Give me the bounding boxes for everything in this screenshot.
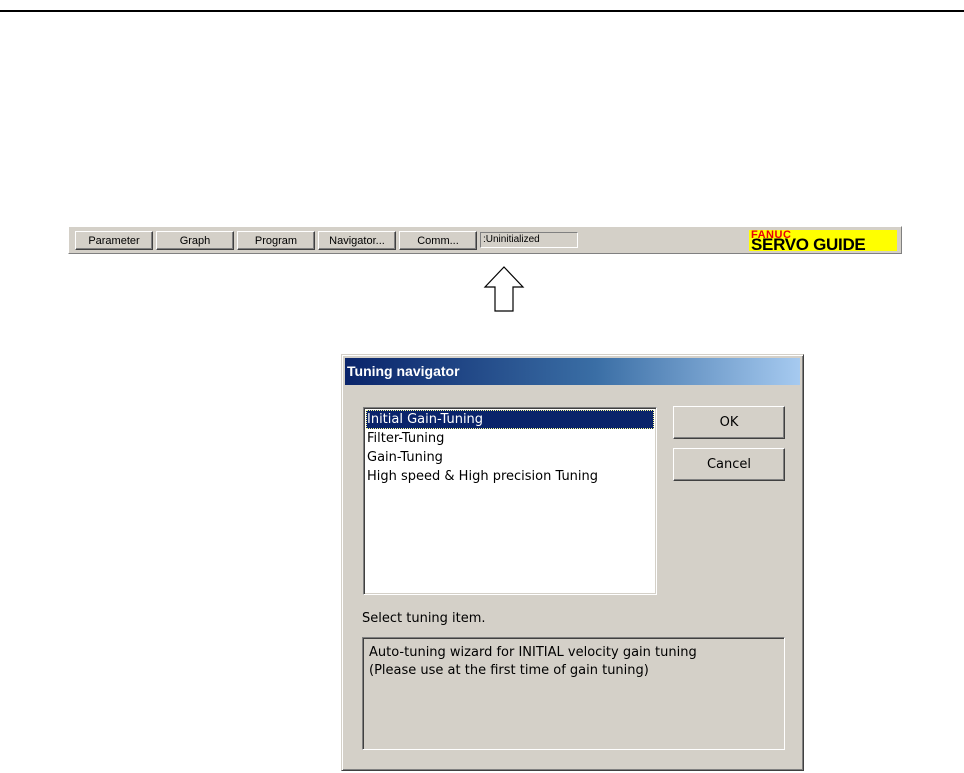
navigator-button[interactable]: Navigator... — [318, 231, 396, 250]
cancel-button[interactable]: Cancel — [673, 448, 785, 481]
top-divider — [0, 10, 964, 12]
description-box: Auto-tuning wizard for INITIAL velocity … — [362, 637, 785, 750]
logo-product-text: SERVO GUIDE — [751, 235, 866, 251]
select-prompt: Select tuning item. — [362, 611, 486, 626]
ok-button[interactable]: OK — [673, 406, 785, 439]
up-arrow-icon — [483, 266, 525, 312]
servo-guide-toolbar: Parameter Graph Program Navigator... Com… — [68, 226, 902, 254]
parameter-button[interactable]: Parameter — [75, 231, 153, 250]
list-item-initial-gain-tuning[interactable]: Initial Gain-Tuning — [366, 410, 654, 429]
list-item-high-speed-precision-tuning[interactable]: High speed & High precision Tuning — [366, 467, 654, 486]
list-item-gain-tuning[interactable]: Gain-Tuning — [366, 448, 654, 467]
graph-button[interactable]: Graph — [156, 231, 234, 250]
tuning-navigator-dialog: Tuning navigator Initial Gain-Tuning Fil… — [341, 354, 804, 771]
comm-button[interactable]: Comm... — [399, 231, 477, 250]
connection-status: :Uninitialized — [480, 232, 578, 248]
dialog-title: Tuning navigator — [345, 358, 800, 385]
description-line-1: Auto-tuning wizard for INITIAL velocity … — [369, 645, 697, 660]
program-button[interactable]: Program — [237, 231, 315, 250]
list-item-filter-tuning[interactable]: Filter-Tuning — [366, 429, 654, 448]
servo-guide-logo: FANUC SERVO GUIDE — [749, 230, 897, 251]
tuning-item-list[interactable]: Initial Gain-Tuning Filter-Tuning Gain-T… — [363, 407, 657, 595]
description-line-2: (Please use at the first time of gain tu… — [369, 663, 649, 678]
